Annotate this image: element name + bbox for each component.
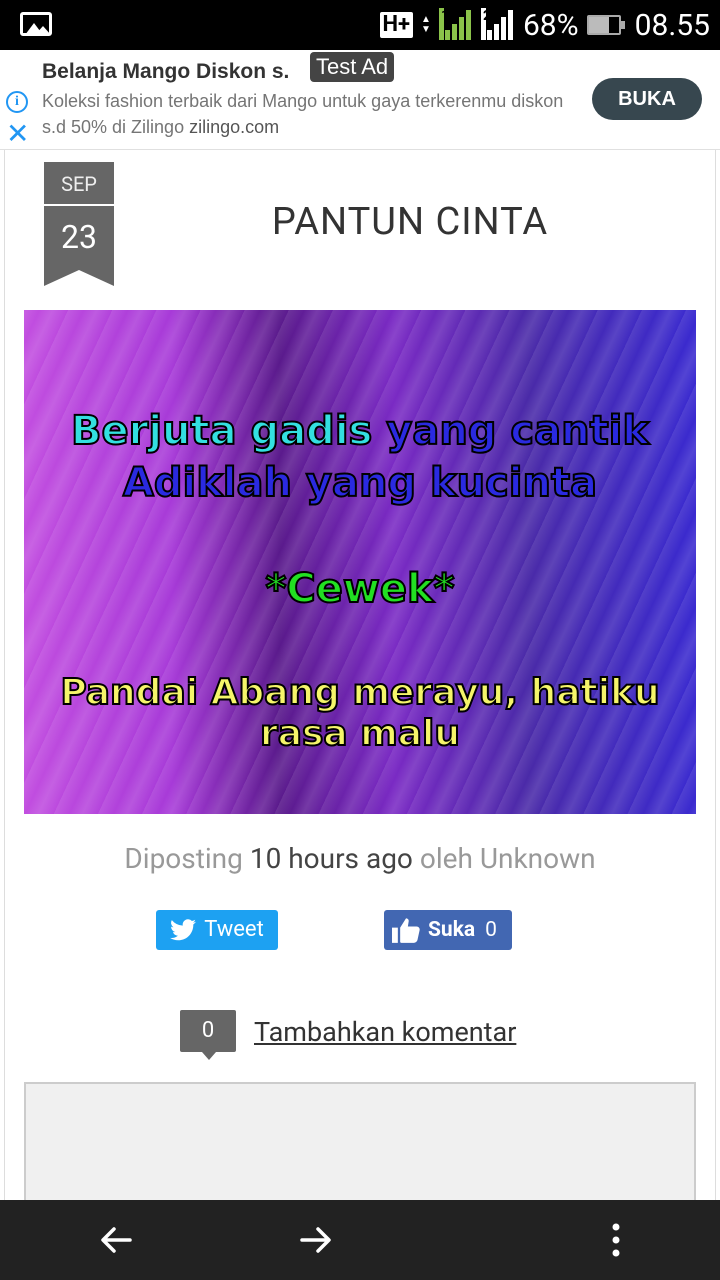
gallery-icon	[20, 12, 52, 36]
image-text-line4: Pandai Abang merayu, hatiku rasa malu	[59, 671, 660, 755]
tweet-button[interactable]: Tweet	[156, 910, 278, 950]
ad-title[interactable]: Belanja Mango Diskon s.	[42, 60, 289, 84]
like-count: 0	[485, 918, 497, 942]
sim1-label: 1	[438, 8, 449, 40]
info-icon[interactable]: i	[6, 91, 28, 113]
network-type-badge: H+	[379, 12, 414, 38]
image-text-line1: Berjuta gadis yang cantik	[24, 407, 696, 455]
ad-domain: zilingo.com	[189, 117, 280, 137]
post-author: Unknown	[479, 842, 596, 875]
data-arrows-icon: ▲ ▼	[421, 14, 431, 35]
back-arrow-icon[interactable]	[96, 1220, 136, 1260]
post-meta: Diposting 10 hours ago oleh Unknown	[0, 842, 720, 875]
ad-description-text: Koleksi fashion terbaik dari Mango untuk…	[42, 91, 564, 137]
date-day: 23	[44, 206, 114, 270]
add-comment-link[interactable]: Tambahkan komentar	[254, 1016, 516, 1048]
status-indicators: H+ ▲ ▼ 1 2 68% 08.55	[379, 0, 710, 50]
image-text-line3: *Cewek*	[264, 565, 455, 613]
like-label: Suka	[428, 918, 476, 942]
sim2-label: 2	[480, 8, 491, 40]
signal-icon: 1	[438, 8, 473, 42]
comment-box[interactable]	[24, 1082, 696, 1212]
close-icon[interactable]: ✕	[6, 120, 29, 148]
browser-nav-bar	[0, 1200, 720, 1280]
ad-description[interactable]: Koleksi fashion terbaik dari Mango untuk…	[42, 88, 582, 140]
post-title: PANTUN CINTA	[271, 200, 549, 244]
post-image[interactable]: Berjuta gadis yang cantik Adiklah yang k…	[24, 310, 696, 814]
battery-icon	[586, 15, 625, 35]
status-bar: H+ ▲ ▼ 1 2 68% 08.55	[0, 0, 720, 50]
ad-open-button[interactable]: BUKA	[592, 78, 702, 120]
clock: 08.55	[634, 7, 710, 43]
like-button[interactable]: Suka 0	[384, 910, 512, 950]
tweet-label: Tweet	[204, 917, 264, 942]
date-badge-tail	[44, 270, 114, 286]
forward-arrow-icon[interactable]	[296, 1220, 336, 1260]
comment-count-badge: 0	[180, 1010, 236, 1060]
image-text-line1-part2: yang cantik	[385, 407, 650, 455]
date-badge: SEP 23	[44, 162, 114, 286]
ad-banner[interactable]: i ✕ Belanja Mango Diskon s. Koleksi fash…	[0, 50, 720, 150]
date-month: SEP	[44, 162, 114, 206]
thumbs-up-icon	[392, 918, 420, 943]
battery-percentage: 68%	[522, 7, 579, 43]
posted-prefix: Diposting	[124, 842, 243, 875]
test-ad-label: Test Ad	[310, 52, 395, 82]
image-text-line1-part1: Berjuta gadis	[70, 407, 373, 455]
signal-icon: 2	[480, 8, 515, 42]
overflow-menu-icon[interactable]	[596, 1220, 636, 1260]
posted-by-prefix: oleh	[419, 842, 473, 875]
posted-time[interactable]: 10 hours ago	[250, 842, 413, 875]
twitter-bird-icon	[170, 919, 197, 941]
image-text-line2: Adiklah yang kucinta	[122, 459, 598, 507]
